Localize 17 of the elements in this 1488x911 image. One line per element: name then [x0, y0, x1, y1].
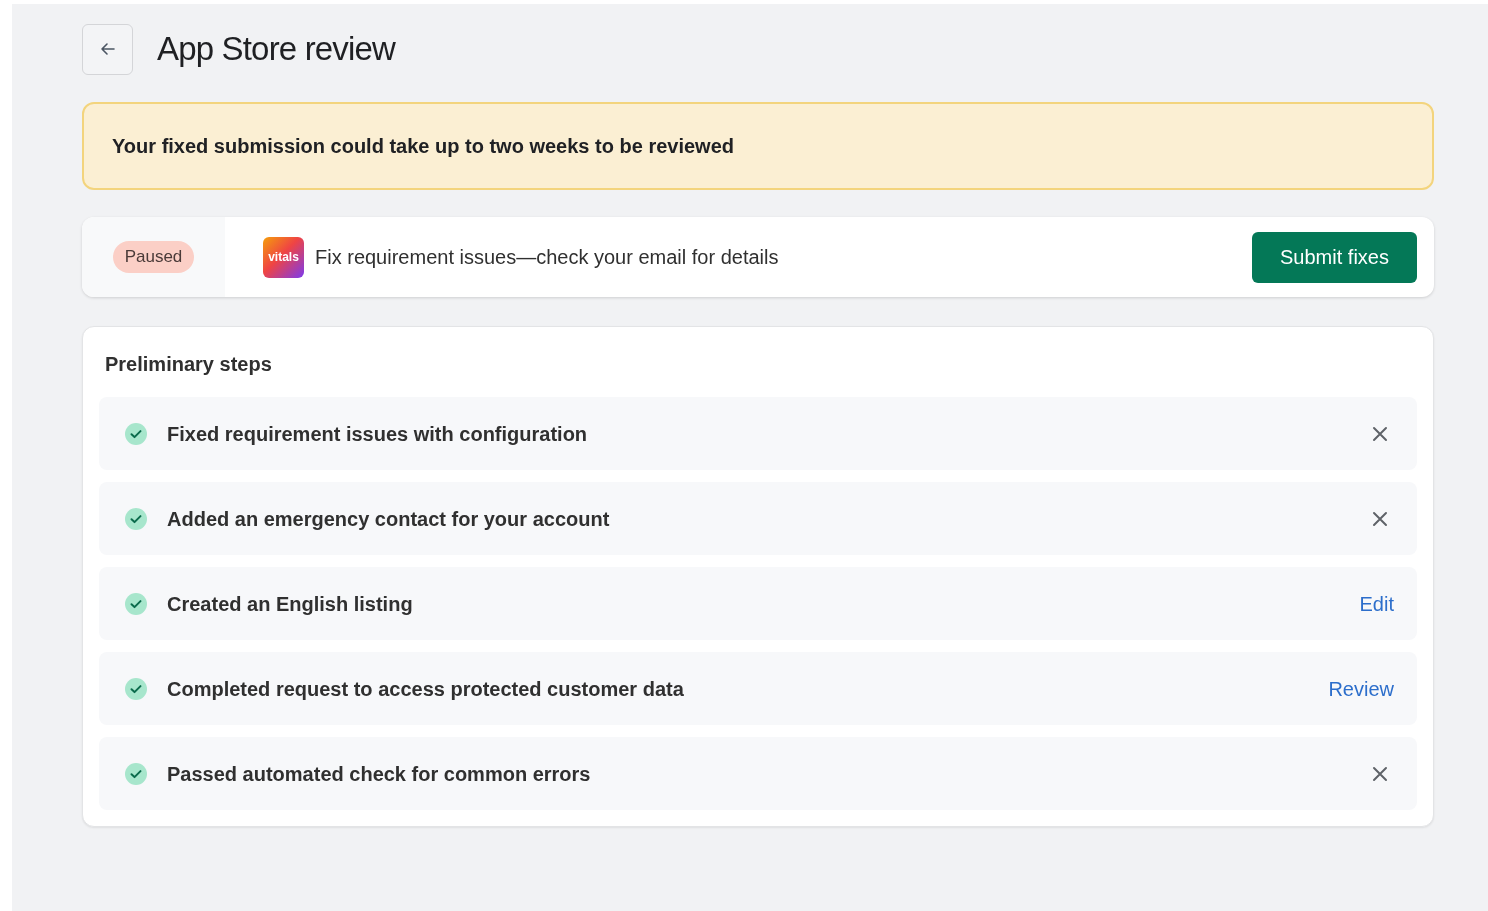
submit-button[interactable]: Submit fixes — [1252, 231, 1417, 283]
close-icon — [1372, 510, 1388, 527]
status-badge: Paused — [112, 241, 195, 273]
close-icon — [1372, 425, 1388, 442]
step-link[interactable]: Review — [1328, 673, 1394, 704]
step-label: Completed request to access protected customer data — [167, 676, 685, 702]
app-logo: vitals — [263, 236, 304, 278]
banner-text: Your fixed submission could take up to two weeks to be reviewed — [112, 134, 734, 159]
step-link[interactable]: Edit — [1359, 588, 1394, 619]
step-label: Added an emergency contact for your account — [167, 506, 611, 532]
close-icon — [1372, 765, 1388, 782]
page-title: App Store review — [157, 29, 396, 70]
step-label: Fixed requirement issues with configuration — [167, 421, 589, 447]
step-label: Created an English listing — [167, 591, 414, 617]
steps-title: Preliminary steps — [104, 352, 273, 377]
status-message: Fix requirement issues—check your email for details — [315, 245, 780, 270]
step-label: Passed automated check for common errors — [167, 761, 592, 787]
